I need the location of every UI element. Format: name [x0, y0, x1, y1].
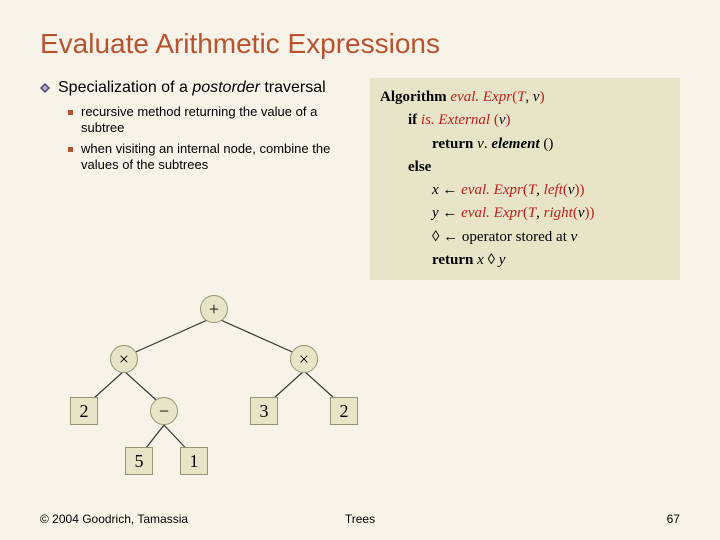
arrow-icon: ← [443, 229, 458, 245]
algo-kw-if: if [408, 112, 417, 128]
algo-op-v: v [571, 229, 578, 245]
algo-r-T: T [528, 205, 536, 221]
sub-bullet-1: recursive method returning the value of … [68, 104, 360, 137]
algo-r-right: right [544, 205, 573, 221]
sub-bullet-2: when visiting an internal node, combine … [68, 141, 360, 174]
sub-bullet-2-text: when visiting an internal node, combine … [81, 141, 360, 174]
main-bullet-part1: Specialization of a [58, 79, 192, 96]
footer-page-number: 67 [467, 512, 680, 526]
main-bullet-part2: traversal [260, 79, 326, 96]
sub-bullet-1-text: recursive method returning the value of … [81, 104, 360, 137]
main-bullet-italic: postorder [192, 79, 260, 96]
diamond-icon [40, 83, 50, 93]
algo-ret-x: x [477, 252, 484, 268]
left-column: Specialization of a postorder traversal … [40, 78, 360, 280]
algo-r-v: v [578, 205, 585, 221]
algo-l-v: v [568, 182, 575, 198]
algo-ret-v: v [477, 136, 484, 152]
arrow-icon: ← [442, 182, 457, 198]
tree-node-ll: 2 [70, 397, 98, 425]
square-icon [68, 147, 73, 152]
tree-node-root: + [200, 295, 228, 323]
algo-ret-op: ◊ [488, 252, 495, 268]
footer-center: Trees [253, 512, 466, 526]
algo-l-T: T [528, 182, 536, 198]
algo-op-sym: ◊ [432, 229, 439, 245]
algo-l-left: left [544, 182, 563, 198]
tree-node-l: × [110, 345, 138, 373]
algo-isext-v: v [499, 112, 506, 128]
tree-node-lrl: 5 [125, 447, 153, 475]
algo-fn-eval-r: eval. Expr [461, 205, 523, 221]
algo-kw-else: else [408, 159, 431, 175]
algo-op-text: operator stored at [462, 229, 567, 245]
tree-node-rl: 3 [250, 397, 278, 425]
tree-node-rr: 2 [330, 397, 358, 425]
footer-copyright: © 2004 Goodrich, Tamassia [40, 512, 253, 526]
algo-fn-eval: eval. Expr [450, 89, 512, 105]
algo-fn-isext: is. External [421, 112, 490, 128]
tree-node-lrr: 1 [180, 447, 208, 475]
slide-title: Evaluate Arithmetic Expressions [40, 28, 680, 60]
algo-arg-v: v [533, 89, 540, 105]
algo-x: x [432, 182, 439, 198]
tree-node-lr: − [150, 397, 178, 425]
algo-kw-return1: return [432, 136, 473, 152]
algo-fn-eval-l: eval. Expr [461, 182, 523, 198]
algo-ret-y: y [499, 252, 506, 268]
algo-kw-return2: return [432, 252, 473, 268]
tree-node-r: × [290, 345, 318, 373]
expression-tree: + × × 2 − 3 2 5 1 [60, 295, 380, 485]
algo-kw-algorithm: Algorithm [380, 89, 447, 105]
arrow-icon: ← [442, 205, 457, 221]
square-icon [68, 110, 73, 115]
algo-ret-element: element [491, 136, 539, 152]
algorithm-box: Algorithm eval. Expr(T, v) if is. Extern… [370, 78, 680, 280]
main-bullet: Specialization of a postorder traversal [40, 78, 360, 98]
algo-y: y [432, 205, 439, 221]
